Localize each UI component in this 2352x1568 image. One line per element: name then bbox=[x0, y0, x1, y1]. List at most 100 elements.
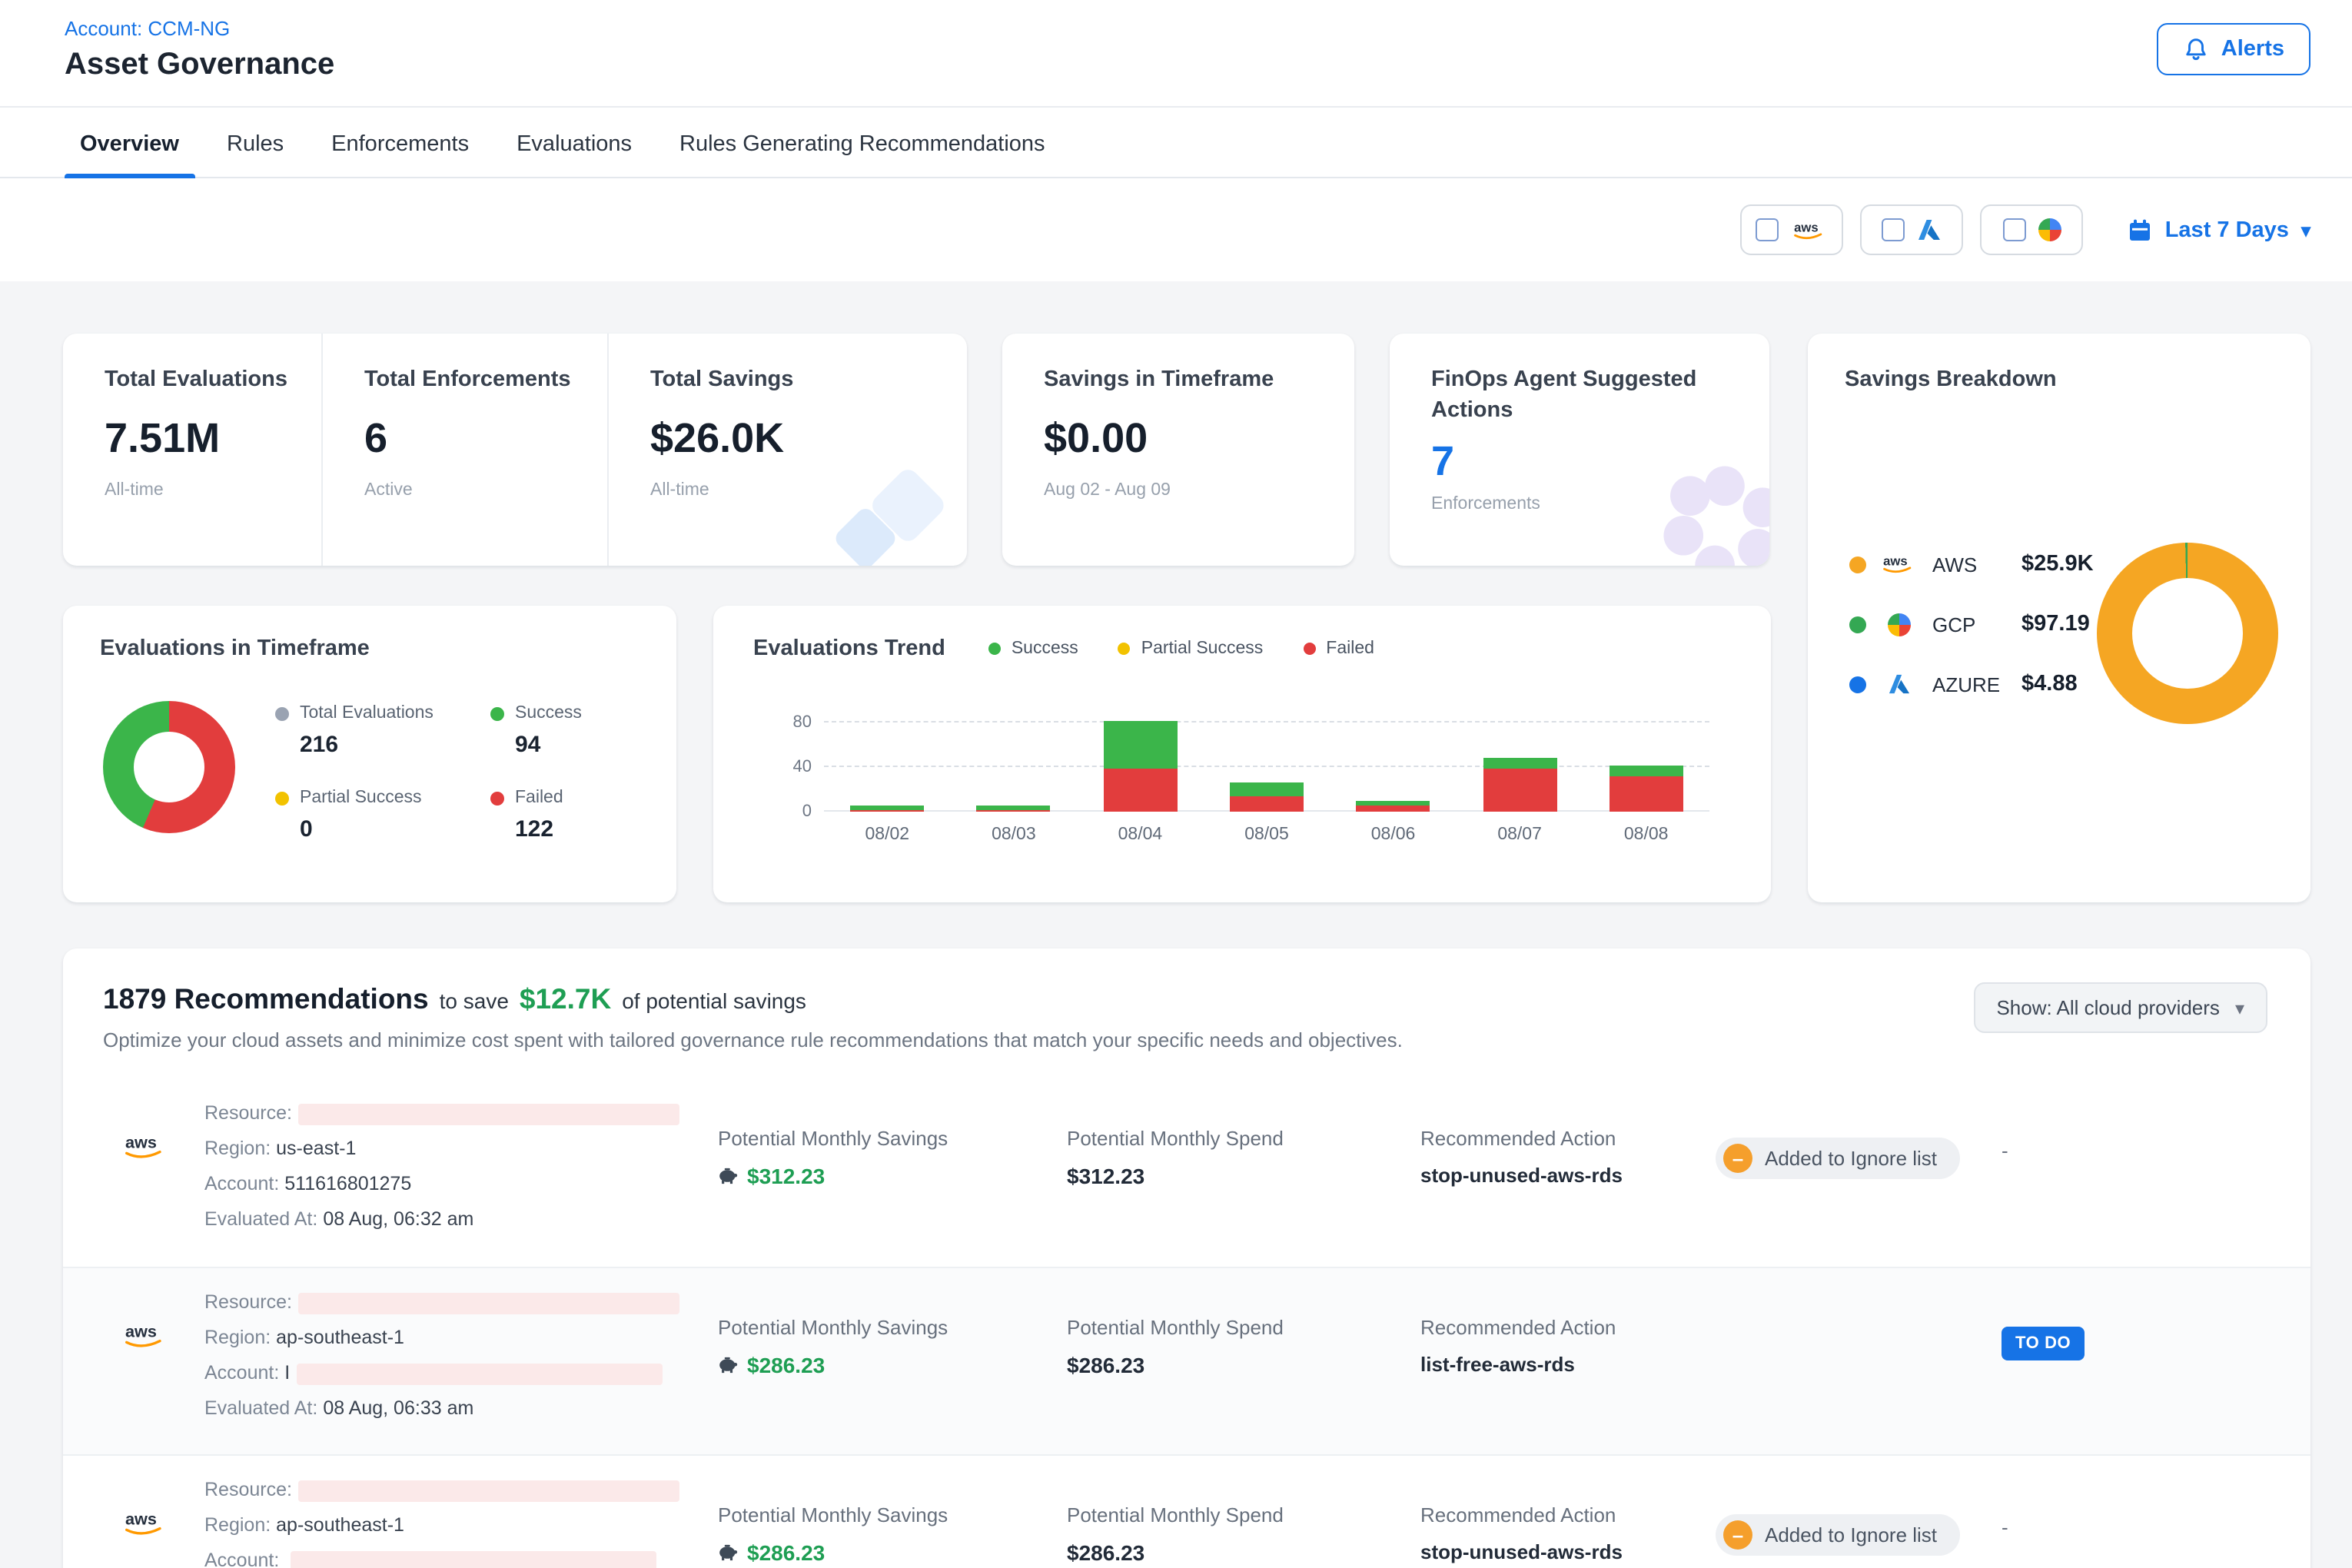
stat-subtitle: Active bbox=[364, 481, 607, 500]
legend-item-partial: Partial Success 0 bbox=[275, 789, 490, 842]
recommended-action-column: Recommended Action list-free-aws-rds bbox=[1420, 1268, 1716, 1454]
x-tick-label: 08/08 bbox=[1583, 826, 1709, 844]
savings-breakdown-card: Savings Breakdown aws AWS $25.9K GCP $97… bbox=[1808, 334, 2310, 902]
tab-overview[interactable]: Overview bbox=[77, 132, 182, 177]
legend-dot bbox=[275, 706, 289, 720]
tab-rules[interactable]: Rules bbox=[224, 132, 287, 177]
bar-segment-success bbox=[1103, 720, 1177, 769]
stat-value: 7 bbox=[1431, 438, 1769, 486]
asset-governance-page: Account: CCM-NG Asset Governance Alerts … bbox=[0, 0, 2352, 1568]
bar-segment-failed bbox=[1357, 805, 1430, 812]
date-range-label: Last 7 Days bbox=[2165, 218, 2289, 242]
gcp-checkbox[interactable] bbox=[2003, 218, 2026, 241]
stat-title: Total Savings bbox=[650, 364, 967, 395]
breakdown-item-azure: AZURE $4.88 bbox=[1849, 672, 2094, 696]
recommended-action-column: Recommended Action stop-unused-aws-rds bbox=[1420, 1456, 1716, 1568]
y-tick-label: 40 bbox=[766, 758, 812, 776]
stat-subtitle: All-time bbox=[105, 481, 321, 500]
legend-item-total: Total Evaluations 216 bbox=[275, 704, 490, 758]
stat-total-savings: Total Savings $26.0K All-time bbox=[607, 334, 967, 566]
calendar-icon bbox=[2128, 218, 2153, 242]
stat-finops-agent: FinOps Agent Suggested Actions 7 Enforce… bbox=[1390, 334, 1769, 513]
gcp-icon bbox=[2038, 218, 2061, 241]
aws-icon: aws bbox=[1880, 552, 1918, 576]
legend-item: Success bbox=[988, 639, 1078, 658]
date-range-picker[interactable]: Last 7 Days bbox=[2128, 218, 2310, 242]
monthly-spend-column: Potential Monthly Spend $312.23 bbox=[1067, 1079, 1420, 1267]
x-tick-label: 08/06 bbox=[1330, 826, 1457, 844]
savings-value: $286.23 bbox=[747, 1540, 825, 1565]
provider-filter-gcp[interactable] bbox=[1981, 204, 2084, 255]
dashboard-content: Total Evaluations 7.51M All-time Total E… bbox=[0, 281, 2352, 1568]
bar-segment-failed bbox=[977, 811, 1051, 812]
stat-total-enforcements: Total Enforcements 6 Active bbox=[321, 334, 607, 566]
aws-logo: aws bbox=[121, 1321, 168, 1351]
evaluations-donut-chart bbox=[103, 701, 235, 833]
recommendations-card: 1879 Recommendations to save $12.7K of p… bbox=[63, 948, 2310, 1568]
recommendation-row[interactable]: aws Resource: Region: us-east-1 Account:… bbox=[63, 1079, 2310, 1267]
status-column: Added to Ignore list bbox=[1716, 1079, 2002, 1267]
bar-segment-success bbox=[1610, 765, 1683, 776]
bar-group bbox=[1077, 720, 1204, 812]
bar-segment-success bbox=[1230, 782, 1304, 796]
x-tick-label: 08/04 bbox=[1077, 826, 1204, 844]
svg-text:aws: aws bbox=[1794, 219, 1818, 234]
y-tick-label: 80 bbox=[766, 713, 812, 732]
spend-value: $286.23 bbox=[1067, 1353, 1420, 1377]
resource-details: Resource: Region: us-east-1 Account: 511… bbox=[204, 1079, 718, 1267]
aws-checkbox[interactable] bbox=[1756, 218, 1779, 241]
stat-value: $26.0K bbox=[650, 415, 967, 463]
account-value: I bbox=[284, 1362, 290, 1384]
azure-checkbox[interactable] bbox=[1882, 218, 1905, 241]
recommendation-row[interactable]: aws Resource: Region: ap-southeast-1 Acc… bbox=[63, 1454, 2310, 1568]
legend-dot bbox=[1118, 643, 1131, 655]
stat-title: Total Evaluations bbox=[105, 364, 321, 395]
alerts-button[interactable]: Alerts bbox=[2157, 23, 2310, 75]
savings-value: $286.23 bbox=[747, 1353, 825, 1377]
region-label: Region: bbox=[204, 1138, 271, 1159]
recommendation-row[interactable]: aws Resource: Region: ap-southeast-1 Acc… bbox=[63, 1267, 2310, 1454]
account-label: Account: bbox=[204, 1362, 279, 1384]
monthly-spend-column: Potential Monthly Spend $286.23 bbox=[1067, 1268, 1420, 1454]
bar-group bbox=[951, 805, 1078, 812]
region-value: ap-southeast-1 bbox=[276, 1514, 404, 1536]
svg-text:aws: aws bbox=[125, 1133, 157, 1152]
evaluations-in-timeframe-card: Evaluations in Timeframe Total Evaluatio… bbox=[63, 606, 676, 902]
savings-in-timeframe-card: Savings in Timeframe $0.00 Aug 02 - Aug … bbox=[1002, 334, 1354, 566]
tab-enforcements[interactable]: Enforcements bbox=[328, 132, 472, 177]
redacted-account bbox=[291, 1550, 656, 1568]
ignore-list-pill[interactable]: Added to Ignore list bbox=[1716, 1138, 1960, 1179]
resource-label: Resource: bbox=[204, 1291, 292, 1313]
evaluated-label: Evaluated At: bbox=[204, 1208, 317, 1230]
empty-value-dash: - bbox=[2002, 1516, 2008, 1539]
monthly-savings-column: Potential Monthly Savings $286.23 bbox=[718, 1456, 1067, 1568]
breakdown-item-aws: aws AWS $25.9K bbox=[1849, 552, 2094, 576]
filter-bar: aws Last 7 Days bbox=[0, 178, 2352, 281]
card-title: Evaluations Trend bbox=[753, 636, 945, 661]
redacted-account bbox=[296, 1363, 662, 1384]
bar-segment-success bbox=[977, 805, 1051, 810]
ignore-list-pill[interactable]: Added to Ignore list bbox=[1716, 1514, 1960, 1556]
cloud-provider-filter-dropdown[interactable]: Show: All cloud providers bbox=[1973, 982, 2267, 1033]
bar-group bbox=[1583, 765, 1709, 812]
legend-dot bbox=[490, 706, 504, 720]
status-column bbox=[1716, 1268, 2002, 1454]
tab-evaluations[interactable]: Evaluations bbox=[513, 132, 635, 177]
provider-filter-aws[interactable]: aws bbox=[1741, 204, 1844, 255]
region-value: ap-southeast-1 bbox=[276, 1327, 404, 1348]
x-tick-label: 08/03 bbox=[951, 826, 1078, 844]
tab-bar: Overview Rules Enforcements Evaluations … bbox=[0, 108, 2352, 178]
bell-icon bbox=[2183, 36, 2209, 62]
redacted-resource bbox=[298, 1292, 679, 1314]
account-label: Account: bbox=[204, 1173, 279, 1194]
account-link[interactable]: Account: CCM-NG bbox=[65, 17, 334, 40]
tab-rules-generating-recommendations[interactable]: Rules Generating Recommendations bbox=[676, 132, 1048, 177]
bar-segment-failed bbox=[1483, 769, 1556, 812]
provider-filter-azure[interactable] bbox=[1861, 204, 1964, 255]
trailing-column: - bbox=[2002, 1456, 2008, 1568]
monthly-spend-column: Potential Monthly Spend $286.23 bbox=[1067, 1456, 1420, 1568]
header-left: Account: CCM-NG Asset Governance bbox=[65, 17, 334, 83]
page-header: Account: CCM-NG Asset Governance Alerts bbox=[0, 0, 2352, 108]
region-value: us-east-1 bbox=[276, 1138, 356, 1159]
bar-group bbox=[1457, 758, 1583, 812]
